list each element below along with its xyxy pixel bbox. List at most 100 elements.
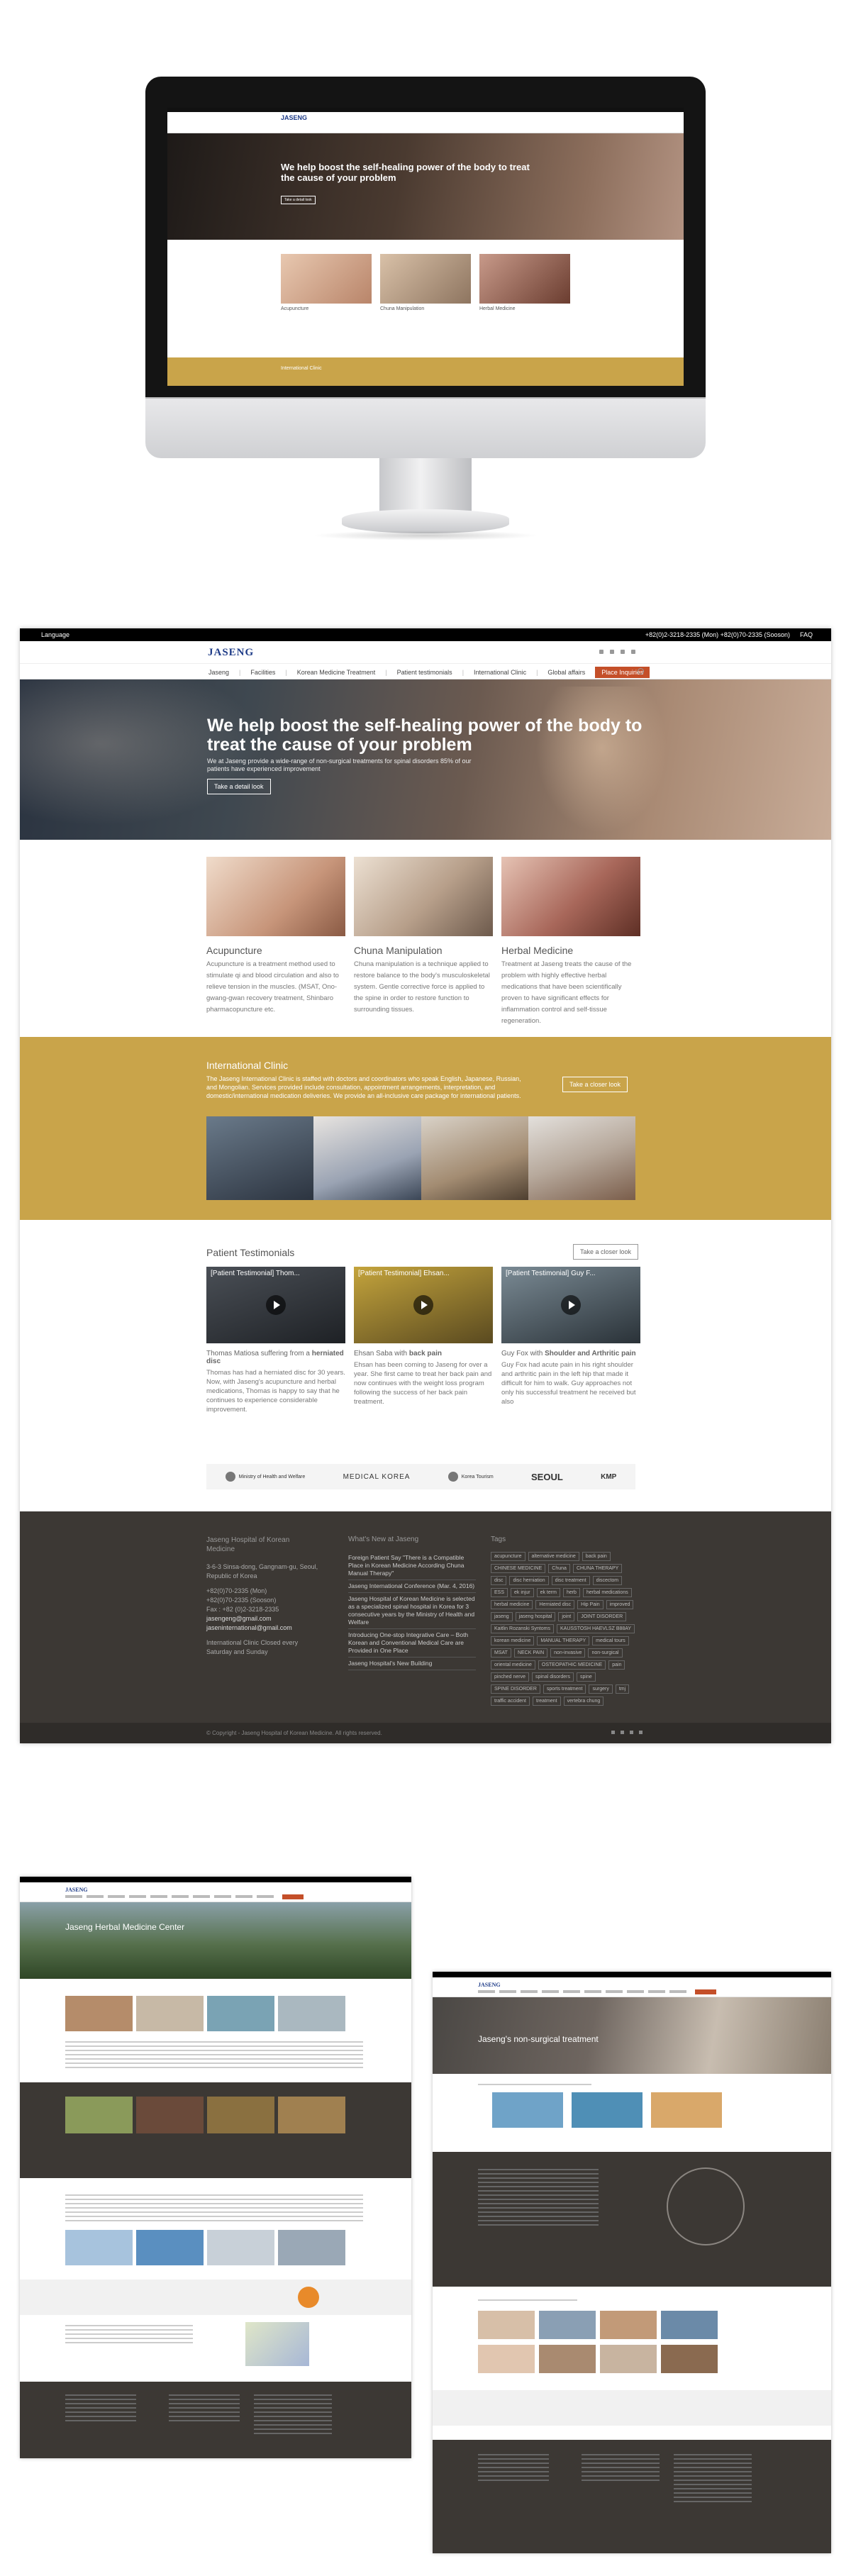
play-icon[interactable] xyxy=(266,1295,286,1315)
tag-link[interactable]: disc herniation xyxy=(509,1576,549,1585)
nav-item-facilities[interactable]: Facilities xyxy=(250,669,275,676)
tag-link[interactable]: disc xyxy=(491,1576,507,1585)
footer-email[interactable]: jaseninternational@gmail.com xyxy=(206,1623,320,1633)
tag-link[interactable]: disc treatment xyxy=(551,1576,590,1585)
treatment-card[interactable]: Chuna Manipulation Chuna manipulation is… xyxy=(354,857,493,1027)
video-player[interactable]: [Patient Testimonial] Guy F... xyxy=(501,1267,640,1343)
footer-tel: +82(0)70-2335 (Mon) xyxy=(206,1587,267,1594)
video-title: [Patient Testimonial] Ehsan... xyxy=(358,1270,450,1277)
tag-link[interactable]: Chuna xyxy=(548,1564,570,1573)
news-item[interactable]: Jaseng Hospital's New Building xyxy=(348,1658,476,1670)
tag-link[interactable]: CHINESE MEDICINE xyxy=(491,1564,546,1573)
tag-link[interactable]: herb xyxy=(562,1588,580,1597)
tag-link[interactable]: alternative medicine xyxy=(528,1552,579,1561)
intl-closer-look-button[interactable]: Take a closer look xyxy=(562,1077,628,1092)
photo xyxy=(207,2097,274,2133)
testimonials-closer-look-button[interactable]: Take a closer look xyxy=(573,1244,639,1260)
tag-link[interactable]: korean medicine xyxy=(491,1636,535,1645)
tag-link[interactable]: medical tours xyxy=(592,1636,629,1645)
youtube-icon[interactable] xyxy=(610,650,614,654)
play-icon[interactable] xyxy=(561,1295,581,1315)
tag-link[interactable]: back pain xyxy=(582,1552,611,1561)
partner-seoul[interactable]: SEOUL xyxy=(531,1472,563,1482)
tag-link[interactable]: Herniated disc xyxy=(535,1600,575,1609)
tag-link[interactable]: sports treatment xyxy=(543,1684,586,1694)
photo xyxy=(207,1996,274,2031)
tag-link[interactable]: spinal disorders xyxy=(531,1672,574,1682)
treatment-card[interactable]: Acupuncture Acupuncture is a treatment m… xyxy=(206,857,345,1027)
tag-link[interactable]: non-surgical xyxy=(588,1648,623,1658)
nav-item-treatment[interactable]: Korean Medicine Treatment xyxy=(297,669,376,676)
tag-link[interactable]: tmj xyxy=(615,1684,630,1694)
tag-link[interactable]: CHUNA THERAPY xyxy=(572,1564,623,1573)
logo[interactable]: JASENG xyxy=(208,647,254,659)
tag-link[interactable]: ESS xyxy=(491,1588,508,1597)
tag-link[interactable]: joint xyxy=(558,1612,575,1621)
partner-kmp[interactable]: KMP xyxy=(601,1473,616,1481)
tag-link[interactable]: ek injur xyxy=(511,1588,534,1597)
footer-lines xyxy=(478,2454,549,2482)
tag-link[interactable]: jaseng xyxy=(491,1612,513,1621)
treatment-card[interactable]: Herbal Medicine Treatment at Jaseng trea… xyxy=(501,857,640,1027)
tag-link[interactable]: spine xyxy=(577,1672,596,1682)
text-lines xyxy=(478,2299,577,2304)
tag-link[interactable]: herbal medications xyxy=(582,1588,632,1597)
video-player[interactable]: [Patient Testimonial] Thom... xyxy=(206,1267,345,1343)
partner-korea-tourism[interactable]: Korea Tourism xyxy=(447,1472,494,1482)
news-item[interactable]: Jaseng International Conference (Mar. 4,… xyxy=(348,1580,476,1593)
blog-icon[interactable] xyxy=(621,650,625,654)
tag-link[interactable]: herbal medicine xyxy=(491,1600,533,1609)
faq-link[interactable]: FAQ xyxy=(800,631,813,638)
tag-link[interactable]: treatment xyxy=(533,1697,561,1706)
tag-link[interactable]: improved xyxy=(606,1600,634,1609)
tag-link[interactable]: surgery xyxy=(589,1684,613,1694)
partner-medical-korea[interactable]: MEDICAL KOREA xyxy=(343,1473,411,1481)
nav-item-global[interactable]: Global affairs xyxy=(547,669,585,676)
nav-item-jaseng[interactable]: Jaseng xyxy=(208,669,229,676)
tag-link[interactable]: pinched nerve xyxy=(491,1672,529,1682)
tag-link[interactable]: oriental medicine xyxy=(491,1660,535,1670)
tag-link[interactable]: jaseng hospital xyxy=(515,1612,556,1621)
footer-email[interactable]: jasengeng@gmail.com xyxy=(206,1614,320,1623)
blog-icon[interactable] xyxy=(630,1731,633,1734)
twitter-icon[interactable] xyxy=(631,650,635,654)
tag-link[interactable]: Kaitlin Rozanski Syntoms xyxy=(491,1624,554,1633)
hero-detail-button[interactable]: Take a detail look xyxy=(207,779,271,794)
news-item[interactable]: Introducing One-stop Integrative Care – … xyxy=(348,1629,476,1658)
photo xyxy=(651,2092,722,2128)
hero-subtitle: We at Jaseng provide a wide-range of non… xyxy=(207,757,472,772)
youtube-icon[interactable] xyxy=(621,1731,624,1734)
tag-link[interactable]: MANUAL THERAPY xyxy=(537,1636,590,1645)
tag-link[interactable]: pain xyxy=(608,1660,625,1670)
mini-gold-band: International Clinic xyxy=(167,357,684,386)
tag-link[interactable]: discectom xyxy=(592,1576,623,1585)
acupuncture-image xyxy=(206,857,345,936)
tag-link[interactable]: acupuncture xyxy=(491,1552,525,1561)
tag-link[interactable]: SPINE DISORDER xyxy=(491,1684,540,1694)
tag-link[interactable]: JOINT DISORDER xyxy=(577,1612,627,1621)
tag-link[interactable]: ek term xyxy=(536,1588,560,1597)
tag-link[interactable]: OSTEOPATHIC MEDICINE xyxy=(538,1660,606,1670)
nav-item-testimonials[interactable]: Patient testimonials xyxy=(397,669,452,676)
tag-link[interactable]: non-invasive xyxy=(550,1648,586,1658)
facebook-icon[interactable] xyxy=(611,1731,615,1734)
footer-bottom-bar: © Copyright - Jaseng Hospital of Korean … xyxy=(20,1723,831,1743)
search-icon[interactable] xyxy=(638,668,644,674)
twitter-icon[interactable] xyxy=(639,1731,643,1734)
language-selector[interactable]: Language xyxy=(41,631,69,638)
testimonial-text: Guy Fox had acute pain in his right shou… xyxy=(501,1361,636,1406)
nav-separator: | xyxy=(385,669,387,676)
partner-ministry[interactable]: Ministry of Health and Welfare xyxy=(225,1472,305,1482)
tag-link[interactable]: Hip Pain xyxy=(577,1600,604,1609)
play-icon[interactable] xyxy=(413,1295,433,1315)
news-item[interactable]: Foreign Patient Say "There is a Compatib… xyxy=(348,1552,476,1580)
news-item[interactable]: Jaseng Hospital of Korean Medicine is se… xyxy=(348,1593,476,1629)
video-player[interactable]: [Patient Testimonial] Ehsan... xyxy=(354,1267,493,1343)
tag-link[interactable]: traffic accident xyxy=(491,1697,530,1706)
tag-link[interactable]: KAUSSTOSH HAEVLSZ B88AY xyxy=(556,1624,635,1633)
nav-item-international[interactable]: International Clinic xyxy=(474,669,526,676)
tag-link[interactable]: vertebra chung xyxy=(563,1697,604,1706)
tag-link[interactable]: NECK PAIN xyxy=(513,1648,548,1658)
facebook-icon[interactable] xyxy=(599,650,604,654)
tag-link[interactable]: MSAT xyxy=(491,1648,511,1658)
